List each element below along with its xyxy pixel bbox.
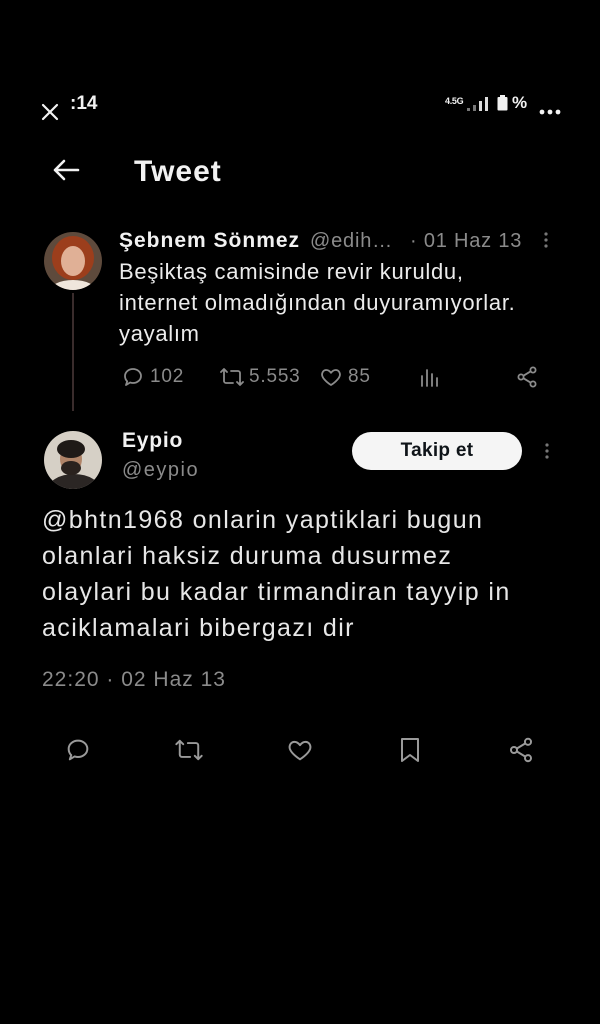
tweet-text-line: aciklamalari bibergazı dir	[42, 614, 355, 642]
retweet-icon	[220, 368, 244, 386]
share-button[interactable]	[515, 364, 539, 390]
tweet-text-line: yayalım	[119, 321, 200, 346]
more-vertical-icon[interactable]	[541, 442, 553, 460]
tweet-text: Beşiktaş camisinde revir kuruldu, intern…	[119, 256, 579, 349]
retweet-icon	[175, 739, 203, 761]
focused-tweet: Eypio @eypio Takip et @bhtn1968 onlarin …	[0, 420, 600, 780]
retweet-button[interactable]: 5.553	[219, 364, 301, 390]
tweet-text-line: @bhtn1968 onlarin yaptiklari bugun	[42, 506, 484, 534]
retweet-button[interactable]	[174, 736, 204, 764]
like-button[interactable]: 85	[319, 364, 371, 390]
like-count: 85	[348, 366, 371, 387]
tweet-text-line: olaylari bu kadar tirmandiran tayyip in	[42, 578, 511, 606]
reply-button[interactable]	[64, 736, 92, 764]
signal-bars-icon	[467, 97, 490, 111]
close-icon[interactable]	[41, 103, 59, 121]
tweet-text-line: internet olmadığından duyuramıyorlar.	[119, 290, 516, 315]
status-bar: :14 4.5G %	[0, 88, 600, 124]
reply-icon	[124, 368, 142, 386]
page-title: Tweet	[134, 155, 222, 188]
status-time: :14	[70, 93, 98, 114]
analytics-button[interactable]	[418, 364, 440, 390]
more-vertical-icon[interactable]	[540, 231, 552, 249]
heart-icon	[321, 369, 341, 386]
tweet-timestamp: 22:20 · 02 Haz 13	[42, 668, 226, 691]
reply-button[interactable]: 102	[121, 364, 184, 390]
battery-icon	[497, 95, 508, 111]
arrow-left-icon	[53, 159, 80, 181]
top-app-bar: Tweet	[0, 148, 600, 196]
retweet-count: 5.553	[249, 366, 301, 387]
author-handle[interactable]: @eypio	[122, 457, 199, 483]
network-type-indicator: 4.5G	[445, 96, 464, 106]
author-name[interactable]: Eypio	[122, 428, 183, 454]
tweet-text-line: Beşiktaş camisinde revir kuruldu,	[119, 259, 464, 284]
parent-tweet[interactable]: Şebnem Sönmez @edih… · 01 Haz 13 Beşikta…	[0, 220, 600, 412]
like-button[interactable]	[286, 736, 314, 764]
more-dots-icon[interactable]	[538, 108, 562, 116]
analytics-icon	[421, 369, 438, 387]
follow-button[interactable]: Takip et	[352, 432, 522, 470]
heart-icon	[288, 740, 312, 761]
reply-icon	[67, 739, 89, 761]
bookmark-icon	[401, 738, 419, 762]
bookmark-button[interactable]	[399, 736, 421, 764]
author-handle[interactable]: @edih…	[310, 228, 393, 254]
back-button[interactable]	[50, 156, 82, 184]
avatar[interactable]	[44, 232, 102, 290]
avatar[interactable]	[44, 431, 102, 489]
battery-percent: %	[512, 93, 528, 112]
author-name[interactable]: Şebnem Sönmez	[119, 228, 300, 254]
tweet-date: · 01 Haz 13	[410, 230, 523, 252]
share-button[interactable]	[507, 736, 535, 764]
tweet-text-line: olanlari haksiz duruma dusurmez	[42, 542, 453, 570]
share-icon	[509, 737, 533, 763]
reply-count: 102	[150, 366, 185, 387]
share-icon	[517, 366, 537, 388]
thread-connector-line	[72, 293, 74, 411]
tweet-text: @bhtn1968 onlarin yaptiklari bugun olanl…	[42, 502, 582, 646]
